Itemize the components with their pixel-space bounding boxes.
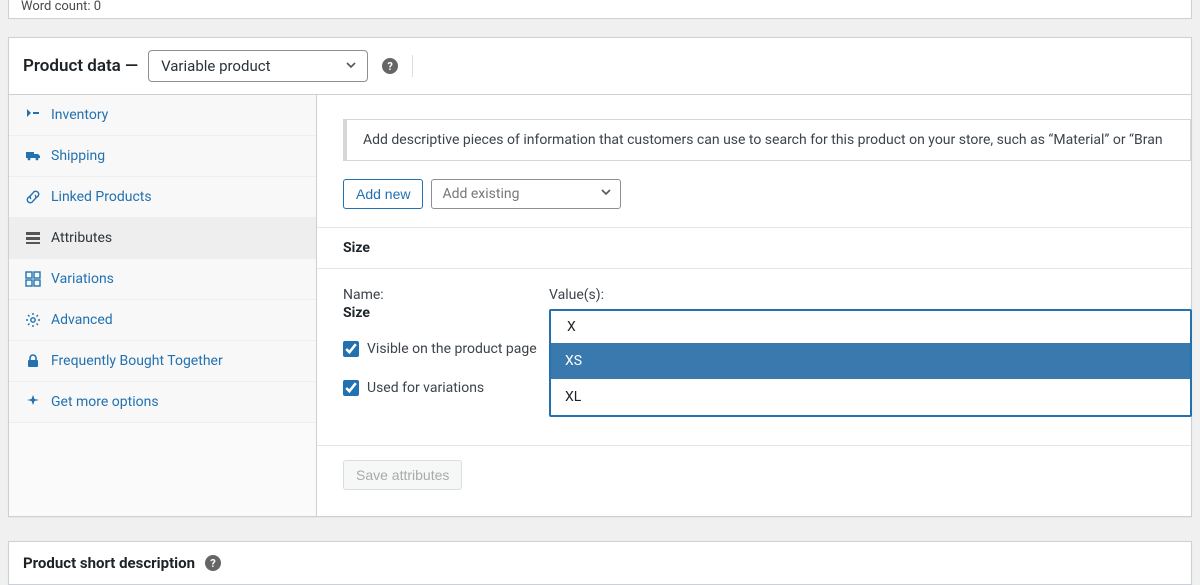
tab-frequently-bought-together[interactable]: Frequently Bought Together bbox=[9, 341, 316, 382]
product-data-tabs: Inventory Shipping Linked Products Attri… bbox=[9, 95, 317, 516]
tab-variations[interactable]: Variations bbox=[9, 259, 316, 300]
tab-label: Get more options bbox=[51, 394, 159, 410]
product-data-title: Product data — bbox=[23, 56, 138, 76]
divider bbox=[412, 55, 413, 77]
used-variations-checkbox-row[interactable]: Used for variations bbox=[343, 378, 549, 399]
tab-get-more-options[interactable]: Get more options bbox=[9, 382, 316, 423]
info-banner: Add descriptive pieces of information th… bbox=[343, 119, 1191, 161]
values-label: Value(s): bbox=[549, 287, 1191, 303]
help-icon[interactable]: ? bbox=[205, 555, 221, 571]
name-label: Name: bbox=[343, 287, 549, 303]
add-attribute-row: Add new Add existing bbox=[343, 179, 1191, 209]
visible-checkbox-row[interactable]: Visible on the product page bbox=[343, 339, 549, 360]
link-icon bbox=[25, 189, 41, 205]
product-data-metabox: Product data — Variable product ? Invent… bbox=[8, 37, 1192, 517]
tab-attributes[interactable]: Attributes bbox=[9, 218, 316, 259]
lock-icon bbox=[25, 353, 41, 369]
list-icon bbox=[25, 230, 41, 246]
tab-inventory[interactable]: Inventory bbox=[9, 95, 316, 136]
help-icon[interactable]: ? bbox=[382, 58, 398, 74]
inventory-icon bbox=[25, 107, 41, 123]
add-existing-placeholder: Add existing bbox=[442, 186, 519, 202]
word-count-bar: Word count: 0 bbox=[8, 0, 1192, 19]
chevron-down-icon bbox=[600, 186, 612, 202]
product-data-body: Inventory Shipping Linked Products Attri… bbox=[9, 95, 1191, 516]
visible-checkbox[interactable] bbox=[343, 341, 359, 357]
tab-shipping[interactable]: Shipping bbox=[9, 136, 316, 177]
attribute-left-col: Name: Size Visible on the product page U… bbox=[343, 287, 549, 417]
truck-icon bbox=[25, 148, 41, 164]
attribute-body: Name: Size Visible on the product page U… bbox=[317, 269, 1191, 446]
values-combobox[interactable]: X XS XL bbox=[549, 309, 1192, 417]
tab-label: Inventory bbox=[51, 107, 108, 123]
value-option-xl[interactable]: XL bbox=[551, 379, 1190, 415]
value-option-xs[interactable]: XS bbox=[551, 343, 1190, 379]
short-description-header: Product short description ? bbox=[9, 542, 1191, 584]
tab-label: Attributes bbox=[51, 230, 112, 246]
short-description-metabox: Product short description ? bbox=[8, 541, 1192, 585]
attribute-size-panel: Size Name: Size Visible on the product p… bbox=[317, 227, 1191, 516]
chevron-down-icon bbox=[345, 57, 357, 75]
add-existing-select[interactable]: Add existing bbox=[431, 179, 621, 209]
product-type-selected: Variable product bbox=[161, 57, 270, 75]
short-description-title: Product short description bbox=[23, 554, 195, 572]
word-count-label: Word count: 0 bbox=[21, 0, 101, 14]
grid-icon bbox=[25, 271, 41, 287]
tab-label: Advanced bbox=[51, 312, 113, 328]
add-new-button[interactable]: Add new bbox=[343, 179, 423, 209]
tab-label: Shipping bbox=[51, 148, 105, 164]
used-variations-label: Used for variations bbox=[367, 378, 484, 399]
attributes-panel: Add descriptive pieces of information th… bbox=[317, 95, 1191, 516]
name-value: Size bbox=[343, 305, 549, 321]
tab-advanced[interactable]: Advanced bbox=[9, 300, 316, 341]
product-data-header: Product data — Variable product ? bbox=[9, 38, 1191, 95]
used-variations-checkbox[interactable] bbox=[343, 380, 359, 396]
attribute-right-col: Value(s): X XS XL bbox=[549, 287, 1191, 417]
info-text: Add descriptive pieces of information th… bbox=[363, 132, 1163, 148]
sparkle-icon bbox=[25, 394, 41, 410]
gear-icon bbox=[25, 312, 41, 328]
tab-label: Frequently Bought Together bbox=[51, 353, 223, 369]
tab-label: Variations bbox=[51, 271, 114, 287]
visible-label: Visible on the product page bbox=[367, 339, 537, 360]
product-type-select[interactable]: Variable product bbox=[148, 50, 368, 82]
save-attributes-button[interactable]: Save attributes bbox=[343, 460, 462, 490]
save-row: Save attributes bbox=[317, 446, 1191, 516]
attribute-title[interactable]: Size bbox=[317, 228, 1191, 269]
values-search-input[interactable]: X bbox=[551, 311, 1190, 343]
tab-label: Linked Products bbox=[51, 189, 152, 205]
tab-linked-products[interactable]: Linked Products bbox=[9, 177, 316, 218]
